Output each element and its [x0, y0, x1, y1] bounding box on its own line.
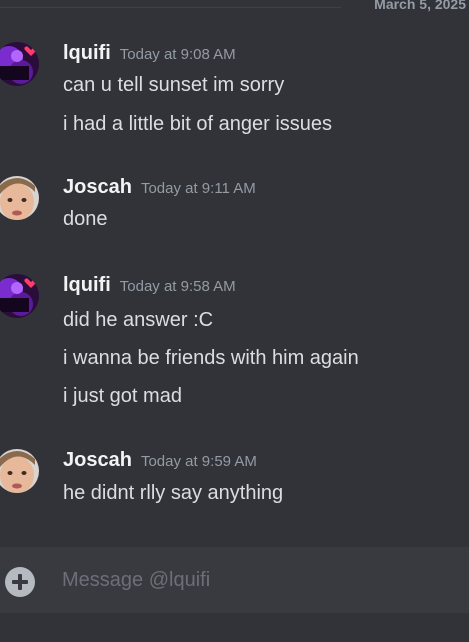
- bottom-padding: [0, 613, 469, 642]
- message-header: Joscah Today at 9:11 AM: [63, 176, 256, 199]
- message-group: lquifi Today at 9:08 AM can u tell sunset…: [0, 42, 469, 152]
- avatar[interactable]: [0, 449, 39, 493]
- timestamp[interactable]: Today at 9:58 AM: [120, 278, 236, 295]
- joscah-avatar-image: [0, 449, 39, 493]
- message-text[interactable]: i had a little bit of anger issues: [63, 113, 332, 136]
- date-divider-label: March 5, 2025: [374, 0, 466, 12]
- avatar[interactable]: [0, 176, 39, 220]
- plus-circle-icon[interactable]: [5, 567, 35, 597]
- message-text[interactable]: did he answer :C: [63, 309, 213, 332]
- avatar[interactable]: [0, 42, 39, 86]
- message-composer: [0, 547, 469, 613]
- message-text[interactable]: i wanna be friends with him again: [63, 347, 359, 370]
- username[interactable]: Joscah: [63, 176, 132, 198]
- message-header: Joscah Today at 9:59 AM: [63, 449, 257, 472]
- username[interactable]: lquifi: [63, 42, 111, 64]
- avatar[interactable]: [0, 274, 39, 318]
- message-input[interactable]: [62, 566, 452, 594]
- message-text[interactable]: he didnt rlly say anything: [63, 482, 283, 505]
- timestamp[interactable]: Today at 9:11 AM: [141, 180, 256, 197]
- date-divider: March 5, 2025: [0, 0, 469, 14]
- username[interactable]: Joscah: [63, 449, 132, 471]
- message-header: lquifi Today at 9:08 AM: [63, 42, 236, 65]
- message-header: lquifi Today at 9:58 AM: [63, 274, 236, 297]
- message-group: Joscah Today at 9:59 AM he didnt rlly say…: [0, 449, 469, 519]
- message-text[interactable]: done: [63, 208, 108, 231]
- lquifi-avatar-image: [0, 274, 39, 318]
- joscah-avatar-image: [0, 176, 39, 220]
- lquifi-avatar-image: [0, 42, 39, 86]
- message-group: Joscah Today at 9:11 AM done: [0, 176, 469, 246]
- timestamp[interactable]: Today at 9:08 AM: [120, 46, 236, 63]
- message-group: lquifi Today at 9:58 AM did he answer :C …: [0, 274, 469, 414]
- dm-chat-window: March 5, 2025 lquifi Today at 9:08 AM can…: [0, 0, 469, 642]
- message-text[interactable]: can u tell sunset im sorry: [63, 74, 284, 97]
- message-text[interactable]: i just got mad: [63, 385, 182, 408]
- divider-line: [0, 7, 341, 8]
- timestamp[interactable]: Today at 9:59 AM: [141, 453, 257, 470]
- username[interactable]: lquifi: [63, 274, 111, 296]
